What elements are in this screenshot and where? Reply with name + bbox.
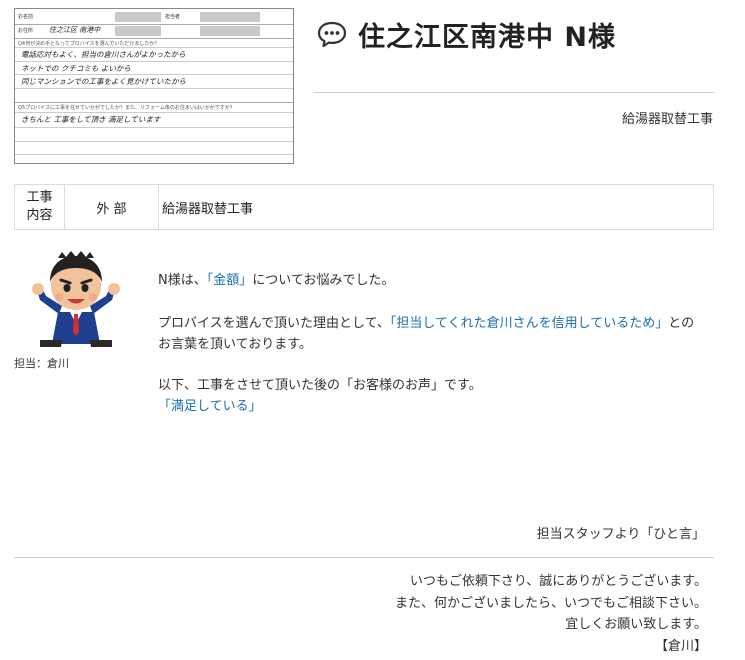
staff-comment-line-2: また、何かございましたら、いつでもご相談下さい。 — [394, 595, 707, 611]
message-p2-text-end: との — [668, 316, 695, 331]
customer-survey-image: お名前 担当者 お住所 住之江区 南港中 Q4何が決め手となってプロバイスを選ん… — [14, 8, 294, 164]
message-p1-highlight: 「金額」 — [206, 273, 253, 288]
survey-answer-2-line-1: きちんと 工事をして頂き 満足しています — [21, 115, 161, 124]
redacted-address — [115, 26, 161, 36]
survey-contractor-label: 担当者 — [165, 14, 181, 20]
staff-comment-line-3: 宜しくお願い致します。 — [565, 617, 707, 632]
speech-bubble-icon — [317, 21, 347, 48]
work-type-label: 給湯器取替工事 — [621, 112, 713, 127]
redacted-name — [115, 12, 161, 22]
survey-question-2: Q5プロバイスに工事を任せていかがでしたか？また、リフォーム後のお住まいはいかが… — [18, 105, 235, 111]
staff-comment-line-1: いつもご依頼下さり、誠にありがとうございます。 — [409, 574, 707, 589]
survey-answer-1-line-1: 電話応対もよく、担当の倉川さんがよかったから — [21, 50, 186, 59]
work-info-table: 工事 内容 外 部 給湯器取替工事 — [14, 184, 714, 230]
redacted-phone — [200, 26, 260, 36]
message-p3-highlight: 「満足している」 — [158, 399, 262, 414]
message-paragraph-3: 以下、工事をさせて頂いた後の「お客様のお声」です。 「満足している」 — [158, 375, 482, 417]
message-p2-highlight: 「担当してくれた倉川さんを信用しているため」 — [389, 316, 669, 331]
title-divider — [314, 92, 714, 93]
message-p2-line-2: お言葉を頂いております。 — [158, 337, 312, 352]
work-category-cell: 外 部 — [65, 185, 159, 229]
survey-name-label: お名前 — [18, 14, 34, 20]
message-p1-text-end: についてお悩みでした。 — [252, 273, 395, 288]
message-p1-text: N様は、 — [158, 273, 207, 288]
title-text: 住之江区南港中 N様 — [358, 21, 616, 53]
staff-signature: 【倉川】 — [654, 638, 707, 654]
survey-answer-1-line-3: 同じマンションでの工事をよく見かけていたから — [21, 77, 186, 86]
message-p3-line-1: 以下、工事をさせて頂いた後の「お客様のお声」です。 — [158, 378, 482, 393]
survey-address-label: お住所 — [18, 28, 34, 34]
staff-caption: 担当：倉川 — [14, 357, 69, 370]
work-label-line-2: 内容 — [26, 208, 53, 223]
staff-comment-heading: 担当スタッフより「ひと言」 — [536, 527, 705, 542]
work-detail-cell: 給湯器取替工事 — [162, 201, 254, 217]
work-label-line-1: 工事 — [26, 190, 53, 205]
message-p2-text: プロバイスを選んで頂いた理由として、 — [158, 316, 390, 331]
message-paragraph-1: N様は、「金額」についてお悩みでした。 — [158, 270, 394, 291]
work-label-cell: 工事 内容 — [15, 185, 65, 229]
message-paragraph-2: プロバイスを選んで頂いた理由として、「担当してくれた倉川さんを信用しているため」… — [158, 313, 694, 355]
survey-answer-1-line-2: ネットでの クチコミも よいから — [21, 64, 131, 73]
redacted-contractor — [200, 12, 260, 22]
staff-comment: いつもご依頼下さり、誠にありがとうございます。 また、何かございましたら、いつで… — [347, 571, 707, 657]
survey-question-1: Q4何が決め手となってプロバイスを選んでいただけましたか？ — [18, 41, 160, 47]
survey-address-value: 住之江区 南港中 — [49, 26, 101, 34]
page-title: 住之江区南港中 N様 — [316, 14, 616, 54]
footer-divider — [14, 557, 714, 558]
staff-avatar — [32, 251, 120, 347]
